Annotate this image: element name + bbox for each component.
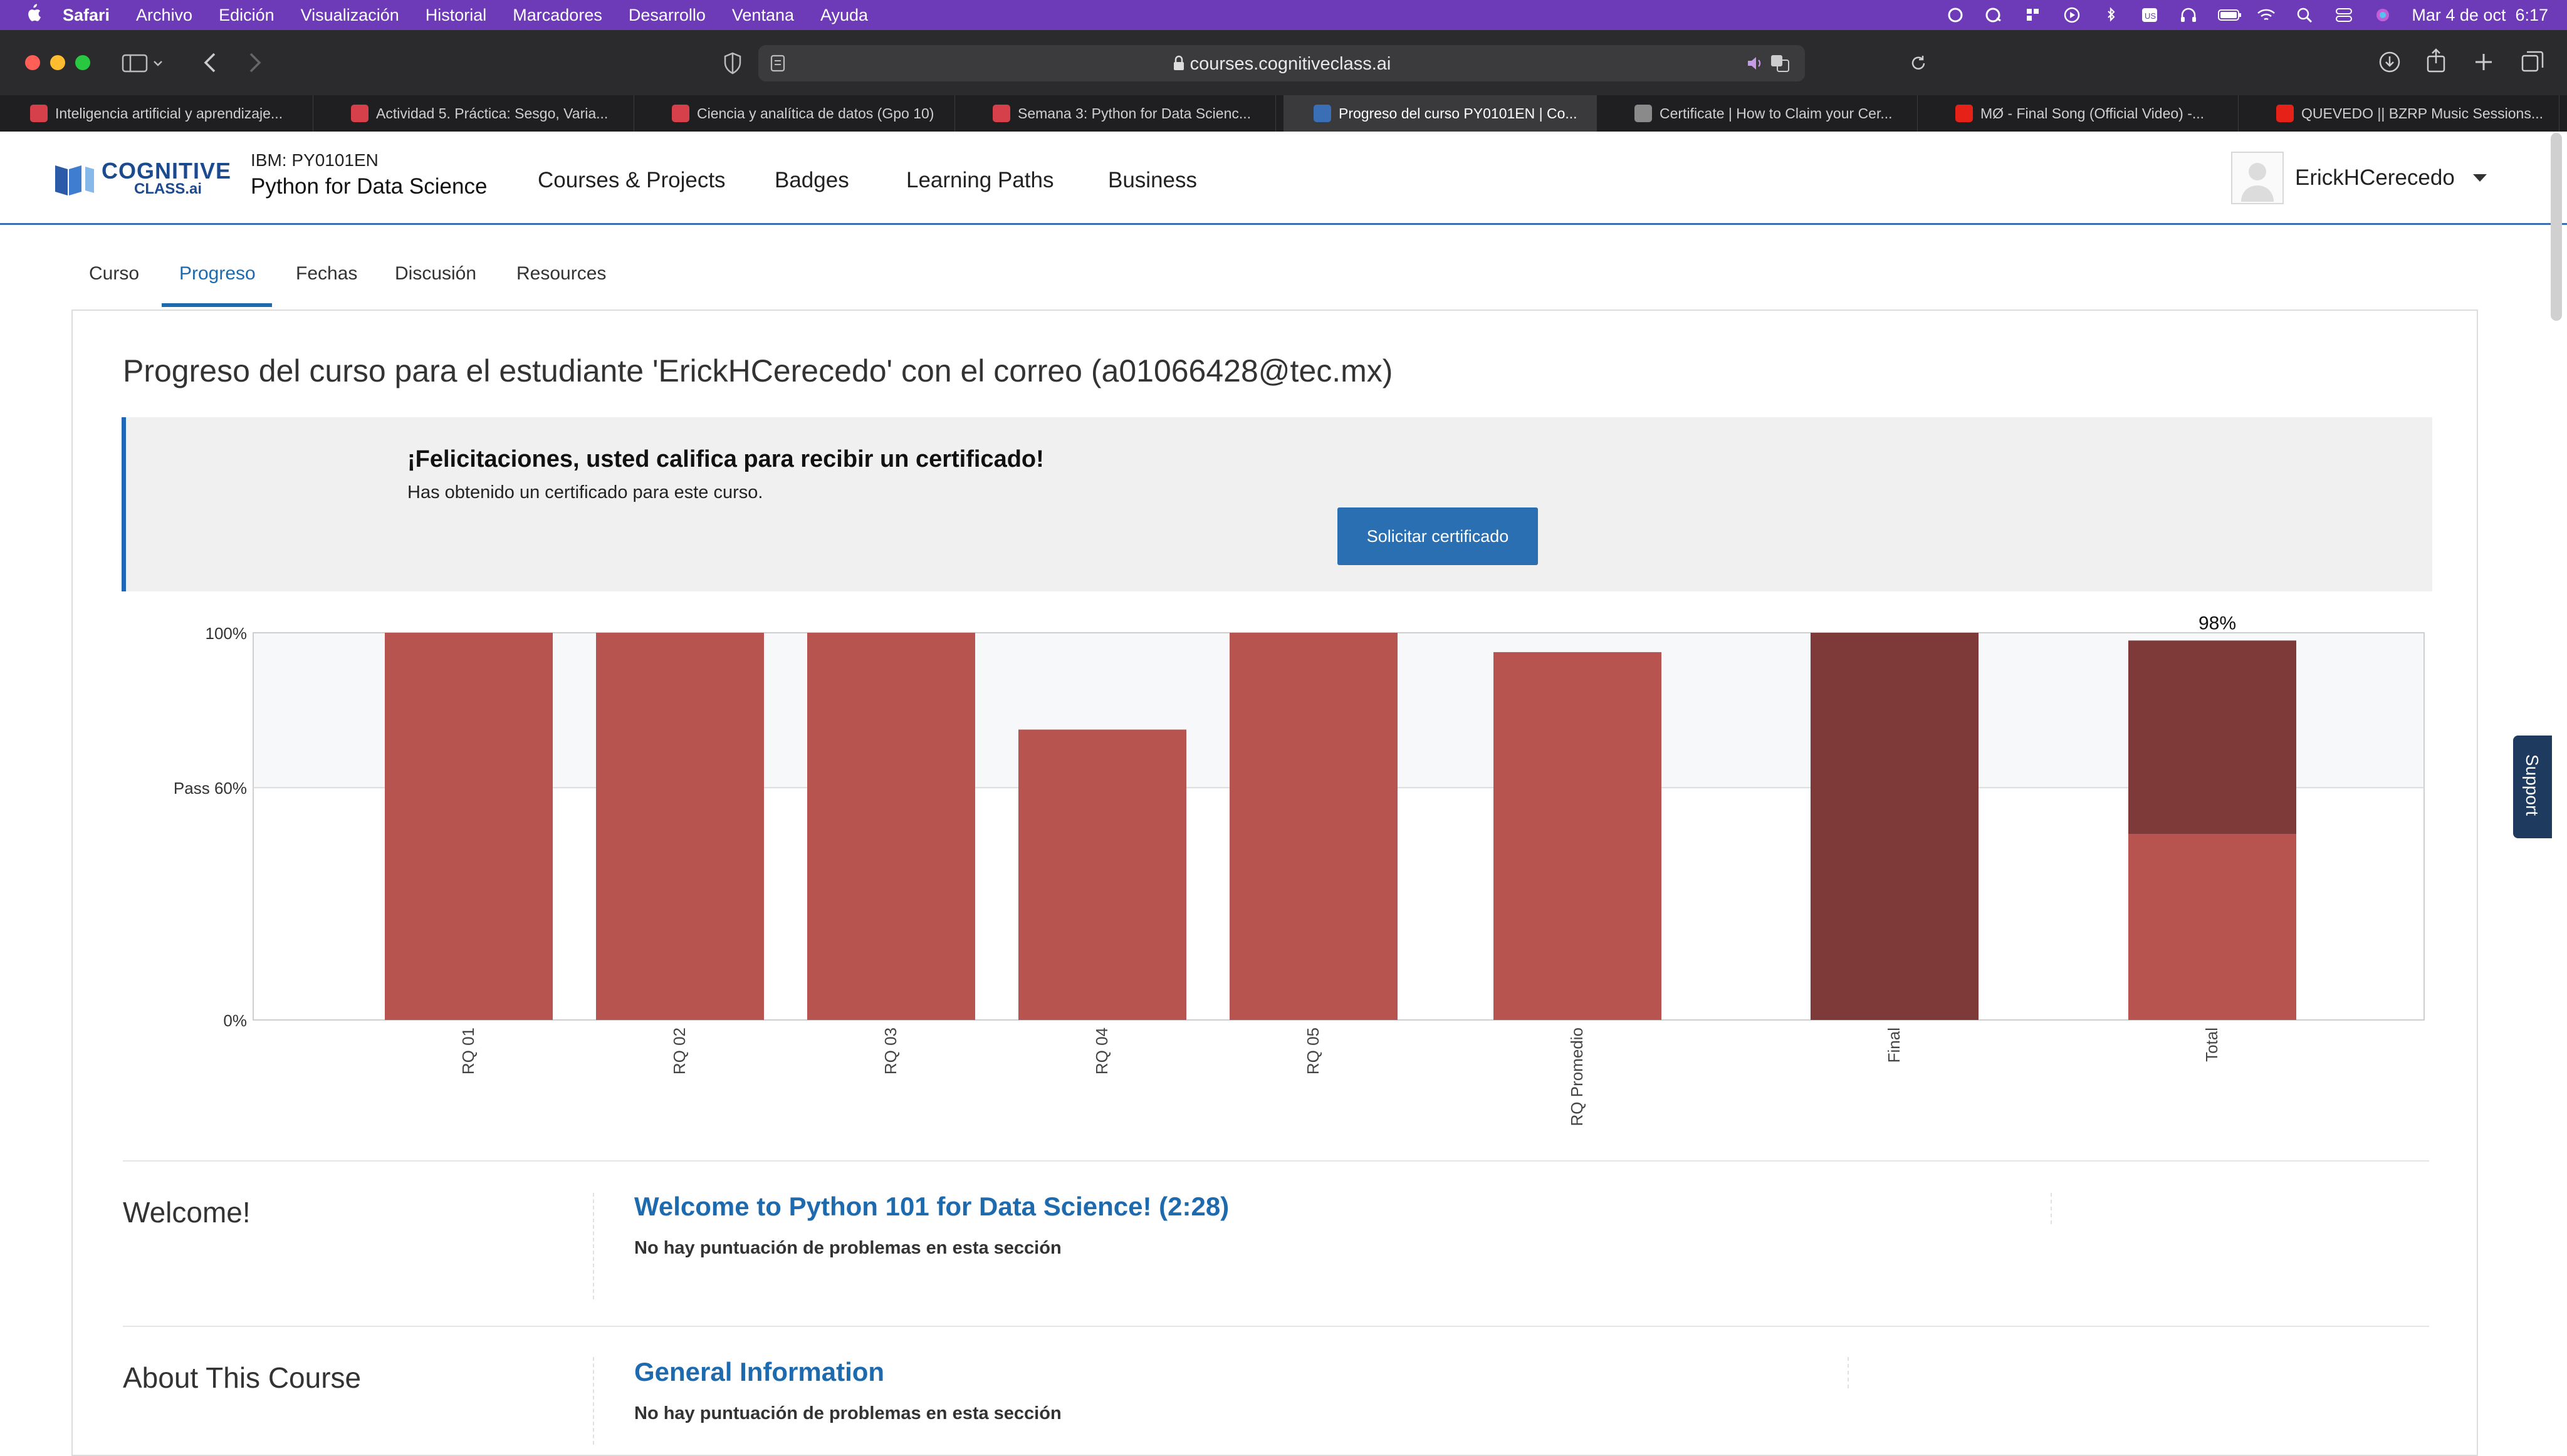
section-divider: [123, 1160, 2429, 1162]
section-title-about: About This Course: [123, 1361, 362, 1394]
x-tick-label: RQ 03: [881, 1027, 900, 1074]
support-tab[interactable]: Support: [2513, 736, 2552, 838]
grade-chart: 0% Pass 60% 100% RQ 01 RQ 02 RQ 03 RQ 04 RQ 05 R…: [174, 613, 2425, 1126]
page-scrollbar[interactable]: [2551, 133, 2562, 321]
x-tick-label: Final: [1885, 1027, 1903, 1063]
bar-rq-02: [596, 633, 764, 1020]
section-link-welcome-video[interactable]: Welcome to Python 101 for Data Science! …: [634, 1192, 1229, 1222]
support-label: Support: [2523, 754, 2542, 816]
section-title-welcome: Welcome!: [123, 1196, 251, 1229]
x-tick-label: RQ 04: [1092, 1027, 1111, 1074]
y-tick-label: Pass 60%: [174, 779, 247, 798]
x-tick-label: RQ 02: [670, 1027, 689, 1074]
x-tick-label: RQ 01: [459, 1027, 478, 1074]
section-separator: [593, 1193, 594, 1299]
bar-rq-promedio: [1493, 652, 1661, 1020]
section-separator: [2051, 1193, 2052, 1224]
bar-rq-01: [385, 633, 553, 1020]
x-tick-label: Total: [2202, 1027, 2221, 1062]
bar-rq-04: [1018, 729, 1186, 1020]
section-link-general-information[interactable]: General Information: [634, 1357, 884, 1387]
bar-final: [1811, 633, 1979, 1020]
bar-rq-03: [807, 633, 975, 1020]
x-tick-label: RQ Promedio: [1567, 1027, 1586, 1126]
section-separator: [1848, 1357, 1849, 1388]
section-note-welcome: No hay puntuación de problemas en esta s…: [634, 1238, 1062, 1258]
bar-rq-05: [1230, 633, 1398, 1020]
total-value-label: 98%: [2198, 613, 2236, 633]
y-tick-label: 0%: [223, 1011, 247, 1030]
x-tick-label: RQ 05: [1304, 1027, 1322, 1074]
section-separator: [593, 1357, 594, 1445]
section-divider: [123, 1326, 2429, 1327]
bar-total-weighted: [2128, 834, 2296, 1020]
section-note-about: No hay puntuación de problemas en esta s…: [634, 1403, 1062, 1423]
bar-total-final: [2128, 640, 2296, 835]
y-tick-label: 100%: [206, 624, 248, 643]
